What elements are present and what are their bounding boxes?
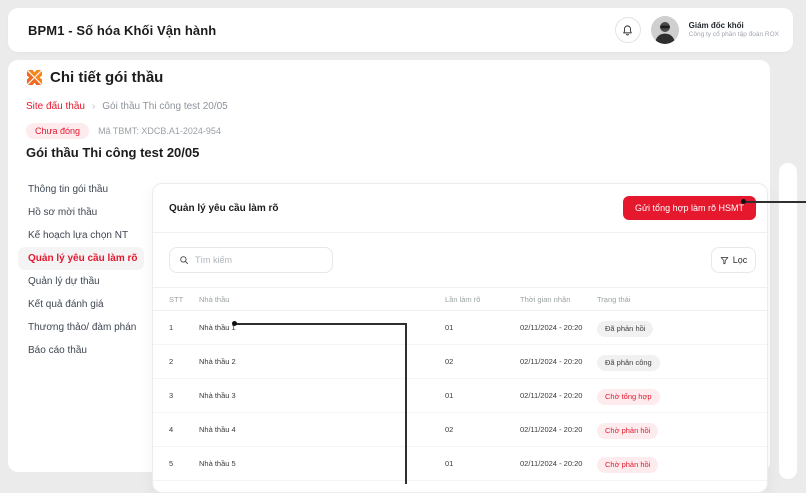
user-avatar[interactable] [651,16,679,44]
search-box[interactable] [169,247,333,273]
tbmt-code: Mã TBMT: XDCB.A1-2024-954 [98,126,221,136]
sidebar-item[interactable]: Kết quả đánh giá [18,293,144,316]
row-status-badge: Đã phản hồi [597,321,653,337]
flow-connector-line [236,323,406,325]
app-title: BPM1 - Số hóa Khối Vận hành [28,23,216,38]
cell-received-time: 02/11/2024 - 20:20 [520,357,597,366]
clarification-panel: Quản lý yêu cầu làm rõ Gửi tổng hợp làm … [152,183,768,493]
search-input[interactable] [195,255,323,265]
cell-stt: 2 [169,357,199,366]
cell-round: 01 [445,459,520,468]
breadcrumb: Site đấu thầu › Gói thầu Thi công test 2… [26,101,228,112]
bell-icon [621,24,634,37]
cell-stt: 1 [169,323,199,332]
row-status-badge: Chờ phản hồi [597,457,658,473]
funnel-icon [720,256,729,265]
header-right-group: Giám đốc khối Công ty cổ phần tập đoàn R… [615,16,779,44]
cell-received-time: 02/11/2024 - 20:20 [520,459,597,468]
cell-round: 01 [445,391,520,400]
column-header: Nhà thầu [199,295,445,304]
row-status-badge: Đã phân công [597,355,660,371]
cell-round: 02 [445,357,520,366]
cell-received-time: 02/11/2024 - 20:20 [520,425,597,434]
sidebar-item[interactable]: Kế hoạch lựa chọn NT [18,224,144,247]
flow-connector-dot [232,321,237,326]
cell-stt: 3 [169,391,199,400]
cell-round: 01 [445,323,520,332]
cell-contractor: Nhà thầu 2 [199,357,445,366]
status-row: Chưa đóng Mã TBMT: XDCB.A1-2024-954 [26,123,221,139]
panel-title: Quản lý yêu cầu làm rõ [169,203,278,214]
table-row[interactable]: 4 Nhà thầu 4 02 02/11/2024 - 20:20 Chờ p… [153,413,767,447]
cell-contractor: Nhà thầu 3 [199,391,445,400]
cell-stt: 5 [169,459,199,468]
status-badge: Chưa đóng [26,123,89,139]
table-row[interactable]: 5 Nhà thầu 5 01 02/11/2024 - 20:20 Chờ p… [153,447,767,481]
panel-toolbar: Lọc [153,233,767,287]
page-title-row: Chi tiết gói thầu [26,69,163,86]
sidebar-item[interactable]: Thương thảo/ đàm phán [18,316,144,339]
user-company: Công ty cổ phần tập đoàn ROX [689,31,779,39]
package-heading: Gói thầu Thi công test 20/05 [26,145,199,160]
panel-header: Quản lý yêu cầu làm rõ Gửi tổng hợp làm … [153,184,767,233]
flow-connector-line [405,323,407,484]
breadcrumb-root-link[interactable]: Site đấu thầu [26,101,85,112]
table-header-row: STTNhà thầuLần làm rõThời gian nhậnTrạng… [153,287,767,311]
chevron-right-icon: › [92,101,95,112]
sidebar-item[interactable]: Hồ sơ mời thầu [18,201,144,224]
cell-received-time: 02/11/2024 - 20:20 [520,323,597,332]
sidebar-item[interactable]: Quản lý yêu cầu làm rõ [18,247,144,270]
row-status-badge: Chờ phản hồi [597,423,658,439]
page-title: Chi tiết gói thầu [50,69,163,86]
cell-round: 02 [445,425,520,434]
top-header-bar: BPM1 - Số hóa Khối Vận hành Giám đốc khố… [8,8,793,52]
sidebar-item[interactable]: Thông tin gói thầu [18,178,144,201]
cell-contractor: Nhà thầu 4 [199,425,445,434]
rox-x-logo-icon [26,69,43,86]
table-row[interactable]: 2 Nhà thầu 2 02 02/11/2024 - 20:20 Đã ph… [153,345,767,379]
sidebar-item[interactable]: Báo cáo thầu [18,339,144,362]
column-header: Lần làm rõ [445,295,520,304]
column-header: Trạng thái [597,295,751,304]
notifications-button[interactable] [615,17,641,43]
sidebar-item[interactable]: Quản lý dự thầu [18,270,144,293]
row-status-badge: Chờ tổng hợp [597,389,660,405]
breadcrumb-current: Gói thầu Thi công test 20/05 [102,101,227,112]
cell-received-time: 02/11/2024 - 20:20 [520,391,597,400]
cell-stt: 4 [169,425,199,434]
user-info[interactable]: Giám đốc khối Công ty cổ phần tập đoàn R… [689,21,779,39]
column-header: Thời gian nhận [520,295,597,304]
user-name: Giám đốc khối [689,21,779,31]
sidebar-nav: Thông tin gói thầuHồ sơ mời thầuKế hoạch… [18,178,144,362]
flow-connector-line [745,201,806,203]
column-header: STT [169,295,199,304]
filter-label: Lọc [733,255,748,265]
adjacent-frame-edge [779,163,797,479]
table-row[interactable]: 1 Nhà thầu 1 01 02/11/2024 - 20:20 Đã ph… [153,311,767,345]
flow-connector-dot [741,199,746,204]
cell-contractor: Nhà thầu 5 [199,459,445,468]
table-body: 1 Nhà thầu 1 01 02/11/2024 - 20:20 Đã ph… [153,311,767,481]
send-summary-button[interactable]: Gửi tổng hợp làm rõ HSMT [623,196,756,220]
filter-button[interactable]: Lọc [711,247,756,273]
table-row[interactable]: 3 Nhà thầu 3 01 02/11/2024 - 20:20 Chờ t… [153,379,767,413]
search-icon [179,255,189,265]
